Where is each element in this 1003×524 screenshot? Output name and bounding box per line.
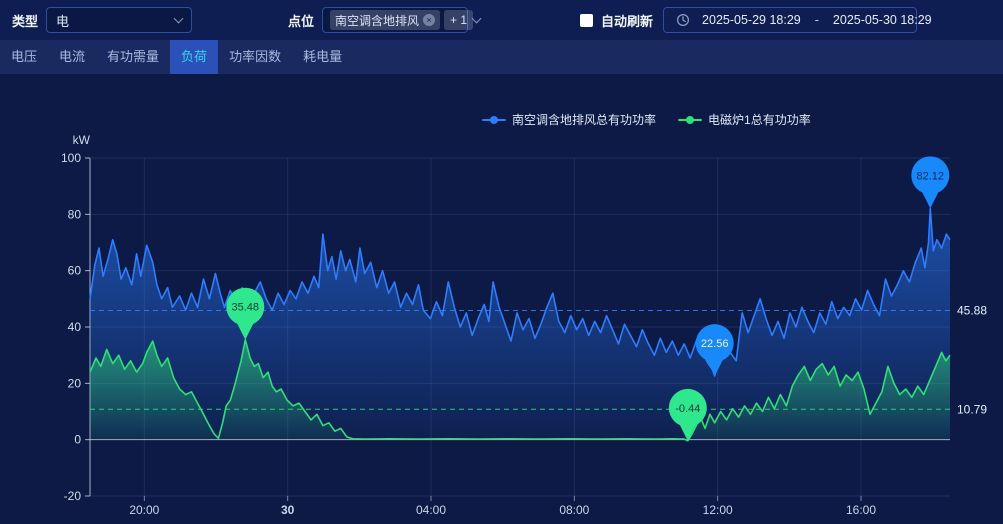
line-dot-icon [678,119,702,121]
y-tick-label: 80 [68,207,82,221]
point-tag-text: 南空调含地排风 [335,12,419,29]
legend-item-blue[interactable]: 南空调含地排风总有功功率 [482,111,656,128]
y-tick-label: -20 [64,489,82,503]
tab-power-factor[interactable]: 功率因数 [218,40,292,74]
type-label: 类型 [12,11,38,30]
load-chart-region: 100 80 60 40 20 0 -20 20:00 30 04:00 08:00 12:00 16:… [0,74,1003,524]
point-multiselect[interactable]: 南空调含地排风 × + 1 [322,7,468,33]
auto-refresh-label: 自动刷新 [601,11,653,30]
chart-legend: 南空调含地排风总有功功率 电磁炉1总有功功率 [482,111,811,128]
auto-refresh-checkbox[interactable] [580,14,593,27]
y-axis-unit: kW [73,133,91,147]
type-select[interactable]: 电 [46,7,192,33]
tab-energy[interactable]: 耗电量 [292,40,353,74]
x-tick-label: 20:00 [129,503,159,517]
svg-text:22.56: 22.56 [701,338,729,350]
y-tick-label: 100 [61,151,81,165]
point-tag: 南空调含地排风 × [330,10,440,30]
point-label: 点位 [288,11,314,30]
svg-text:-0.44: -0.44 [675,403,700,415]
y-tick-label: 40 [68,320,82,334]
date-separator: - [815,13,819,27]
line-dot-icon [482,119,506,121]
x-tick-label: 30 [281,503,295,517]
tab-load[interactable]: 负荷 [170,40,218,74]
x-tick-label: 16:00 [846,503,876,517]
type-select-value: 电 [56,11,69,30]
marker-pin-82.12: 82.12 [911,156,949,208]
date-range-picker[interactable]: 2025-05-29 18:29 - 2025-05-30 18:29 [663,7,917,33]
chevron-down-icon [174,14,184,24]
x-tick-label: 08:00 [559,503,589,517]
tab-active-demand[interactable]: 有功需量 [96,40,170,74]
legend-label: 电磁炉1总有功功率 [708,111,811,128]
y-tick-label: 0 [74,433,81,447]
legend-label: 南空调含地排风总有功功率 [512,111,656,128]
date-end[interactable]: 2025-05-30 18:29 [833,13,932,27]
auto-refresh-group: 自动刷新 [580,11,653,30]
date-start[interactable]: 2025-05-29 18:29 [702,13,801,27]
x-tick-label: 12:00 [703,503,733,517]
svg-text:82.12: 82.12 [917,170,945,182]
metric-tabbar: 电压 电流 有功需量 负荷 功率因数 耗电量 [0,40,1003,74]
top-toolbar: 类型 电 点位 南空调含地排风 × + 1 自动刷新 2025-05-29 18… [0,0,1003,40]
svg-text:35.48: 35.48 [232,302,260,314]
point-more-tag: + 1 [444,10,473,30]
tag-close-icon[interactable]: × [423,14,435,26]
average-label: 45.88 [957,303,987,317]
tab-current[interactable]: 电流 [48,40,96,74]
tab-voltage[interactable]: 电压 [0,40,48,74]
legend-item-green[interactable]: 电磁炉1总有功功率 [678,111,811,128]
y-tick-label: 20 [68,376,82,390]
average-label: 10.79 [957,402,987,416]
x-tick-label: 04:00 [416,503,446,517]
y-tick-label: 60 [68,264,82,278]
clock-icon [676,13,690,27]
load-chart: 100 80 60 40 20 0 -20 20:00 30 04:00 08:00 12:00 16:… [0,74,1003,524]
chevron-down-icon [472,14,482,24]
